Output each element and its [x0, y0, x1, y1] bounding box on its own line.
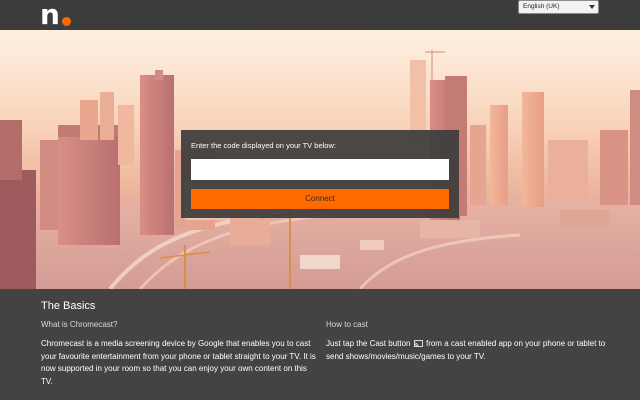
chevron-down-icon: [589, 5, 595, 9]
language-select-value: English (UK): [523, 3, 560, 10]
how-to-cast-text: Just tap the Cast button from a cast ena…: [326, 338, 606, 363]
what-is-chromecast-heading: What is Chromecast?: [41, 320, 118, 329]
hero-image: Enter the code displayed on your TV belo…: [0, 30, 640, 289]
connect-button[interactable]: Connect: [191, 189, 449, 209]
how-to-cast-text-start: Just tap the Cast button: [326, 339, 411, 348]
logo-letter: n: [40, 0, 60, 31]
logo-dot-icon: [62, 17, 71, 26]
what-is-chromecast-text: Chromecast is a media screening device b…: [41, 339, 316, 386]
connect-panel: Enter the code displayed on your TV belo…: [181, 130, 459, 218]
how-to-cast-heading: How to cast: [326, 320, 368, 329]
brand-logo: n: [40, 0, 74, 31]
language-select[interactable]: English (UK): [518, 0, 599, 14]
top-bar: n English (UK): [0, 0, 640, 30]
section-title: The Basics: [41, 300, 96, 312]
tv-code-input[interactable]: [191, 159, 449, 180]
code-prompt-label: Enter the code displayed on your TV belo…: [191, 141, 336, 150]
basics-section: The Basics What is Chromecast? Chromecas…: [0, 289, 640, 400]
cast-icon: [413, 339, 423, 347]
